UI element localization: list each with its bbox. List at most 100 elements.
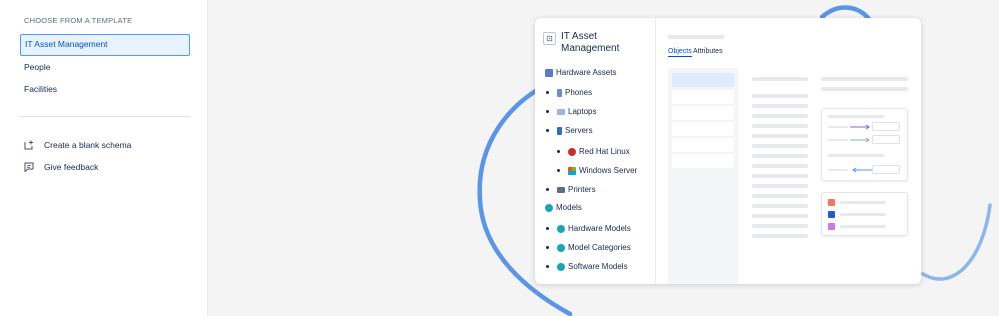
schema-icon: ⊡ [543,32,556,45]
template-it-asset-management[interactable]: IT Asset Management [20,34,190,56]
tree-item-label: Servers [565,126,593,135]
tree-item-windows-server[interactable]: Windows Server [568,166,637,175]
tree-bullet [557,150,560,153]
tree-item-model-categories[interactable]: Model Categories [557,243,631,252]
windows-icon [568,166,576,175]
placeholder-input [872,135,900,144]
template-people[interactable]: People [20,56,190,78]
placeholder-bar [752,234,808,238]
tree-bullet [557,169,560,172]
printer-icon [557,186,565,193]
color-swatch [828,199,835,206]
placeholder-bar [840,213,886,216]
tree-item-printers[interactable]: Printers [557,185,596,194]
placeholder-bar [752,134,808,138]
tree-bullet [546,110,549,113]
tree-item-label: Windows Server [579,166,638,175]
placeholder-bar [840,201,886,204]
placeholder-row [672,73,734,87]
placeholder-bar [752,184,808,188]
placeholder-row [672,154,734,168]
tree-item-label: Model Categories [568,243,631,252]
models-icon [557,243,565,252]
color-swatch [828,223,835,230]
placeholder-bar [752,114,808,118]
feedback-icon [24,162,34,173]
tree-item-label: Laptops [568,107,597,116]
models-icon [557,224,565,233]
tree-item-hardware-models[interactable]: Hardware Models [557,224,631,233]
placeholder-bar [752,214,808,218]
tree-item-software-models[interactable]: Software Models [557,262,628,271]
tree-item-label: Hardware Assets [556,68,617,77]
tree-bullet [546,246,549,249]
placeholder-bar [821,77,908,81]
give-feedback-label: Give feedback [44,162,99,172]
create-schema-icon [24,140,34,150]
placeholder-bar [752,94,808,98]
tree-item-hardware-assets[interactable]: Hardware Assets [545,68,616,77]
placeholder-bar [828,169,848,171]
models-icon [545,203,553,212]
laptop-icon [557,108,565,115]
placeholder-row [672,90,734,104]
object-list-placeholder [668,68,738,284]
placeholder-bar [821,87,908,91]
red-hat-icon [568,147,576,156]
placeholder-row [672,138,734,152]
template-preview-area: ⊡ IT Asset Management Hardware Assets Ph… [208,0,999,316]
color-legend-placeholder [821,192,908,236]
tree-item-laptops[interactable]: Laptops [557,107,596,116]
placeholder-bar [828,139,848,141]
tree-item-label: Software Models [568,262,628,271]
arrow-right-icon [850,137,870,143]
placeholder-bar [840,225,886,228]
template-facilities[interactable]: Facilities [20,78,190,100]
hardware-assets-icon [545,68,553,77]
placeholder-bar [752,154,808,158]
placeholder-bar [752,144,808,148]
server-icon [557,126,562,135]
placeholder-bar [828,115,884,118]
placeholder-input [872,165,900,174]
tree-item-servers[interactable]: Servers [557,126,593,135]
tree-item-phones[interactable]: Phones [557,88,592,97]
tree-bullet [546,129,549,132]
tree-bullet [546,265,549,268]
tab-attributes[interactable]: Attributes [693,48,723,55]
tree-item-label: Red Hat Linux [579,147,630,156]
tree-bullet [546,188,549,191]
create-blank-schema-label: Create a blank schema [44,140,132,150]
placeholder-bar [668,35,724,39]
placeholder-bar [752,164,808,168]
placeholder-bar [752,77,808,81]
tree-bullet [546,227,549,230]
preview-card: ⊡ IT Asset Management Hardware Assets Ph… [535,18,921,284]
placeholder-row [672,106,734,120]
give-feedback-button[interactable]: Give feedback [24,159,98,175]
placeholder-bar [752,174,808,178]
placeholder-row [672,122,734,136]
tree-bullet [546,91,549,94]
tree-item-models[interactable]: Models [545,203,582,212]
placeholder-bar [752,224,808,228]
template-sidebar: CHOOSE FROM A TEMPLATE IT Asset Manageme… [0,0,208,316]
arrow-right-icon [850,124,870,130]
attribute-mapping-placeholder [821,108,908,181]
create-blank-schema-button[interactable]: Create a blank schema [24,137,131,153]
placeholder-bar [752,124,808,128]
preview-title: IT Asset Management [561,31,620,54]
placeholder-bar [752,104,808,108]
placeholder-bar [752,194,808,198]
tree-item-label: Hardware Models [568,224,631,233]
object-detail-panel: Objects Attributes [656,18,921,284]
tree-item-label: Models [556,203,582,212]
tab-objects[interactable]: Objects [668,48,692,57]
placeholder-bar [752,204,808,208]
placeholder-bar [828,126,848,128]
phone-icon [557,88,562,97]
placeholder-bar [828,154,884,157]
arrow-left-icon [852,167,872,173]
tree-item-red-hat-linux[interactable]: Red Hat Linux [568,147,630,156]
object-tree-panel: ⊡ IT Asset Management Hardware Assets Ph… [535,18,656,284]
